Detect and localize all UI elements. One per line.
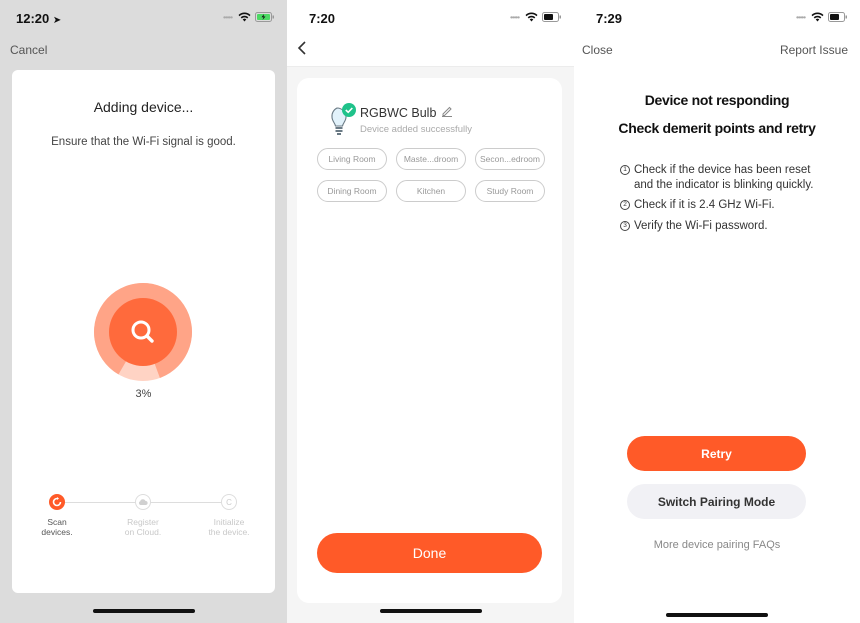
wifi-icon [525, 12, 538, 22]
signal-icon: ••••• [795, 12, 806, 22]
error-subtitle: Check demerit points and retry [618, 120, 816, 136]
home-indicator [666, 613, 768, 617]
wifi-hint: Ensure that the Wi-Fi signal is good. [51, 136, 236, 148]
device-status: Device added successfully [360, 124, 472, 135]
bulb-icon [331, 103, 356, 135]
signal-icon: ••••• [222, 12, 233, 22]
done-button[interactable]: Done [317, 533, 542, 573]
number-circle-icon: 1 [620, 165, 630, 175]
edit-name-button[interactable] [441, 105, 453, 120]
step-register: Register on Cloud. [108, 494, 178, 537]
report-issue-button[interactable]: Report Issue [780, 43, 848, 57]
page-title: Adding device... [93, 99, 194, 115]
battery-icon [542, 12, 562, 22]
cloud-icon [135, 494, 151, 510]
wifi-icon [811, 12, 824, 22]
status-bar: 7:20 ••••• [287, 0, 574, 36]
location-arrow-icon: ➤ [52, 15, 62, 26]
tip-item: 1 Check if the device has been reset and… [620, 163, 820, 192]
room-chip[interactable]: Secon...edroom [475, 148, 545, 170]
progress-percent: 3% [135, 388, 152, 400]
check-badge-icon [342, 103, 356, 117]
adding-device-screen: 12:20 ➤ ••••• Cancel Adding device... En… [0, 0, 287, 623]
status-bar: 12:20 ➤ ••••• [0, 0, 287, 36]
wifi-icon [238, 12, 251, 22]
step-initialize: C Initialize the device. [194, 494, 264, 537]
retry-button[interactable]: Retry [627, 436, 806, 471]
troubleshooting-tips: 1 Check if the device has been reset and… [620, 163, 820, 239]
device-not-responding-screen: 7:29 ••••• Close Report Issue Device not… [574, 0, 860, 623]
chevron-left-icon [297, 41, 306, 55]
progress-ring-center [109, 298, 177, 366]
room-list: Living Room Maste...droom Secon...edroom… [317, 148, 552, 202]
room-chip[interactable]: Maste...droom [396, 148, 466, 170]
signal-icon: ••••• [509, 12, 520, 22]
device-added-screen: 7:20 ••••• RGBWC Bulb Device added succe… [287, 0, 574, 623]
close-button[interactable]: Close [582, 43, 613, 57]
status-time: 12:20 ➤ [16, 11, 62, 26]
home-indicator [379, 609, 482, 613]
pairing-steps: Scan devices. Register on Cloud. C Initial… [12, 494, 275, 544]
c-circle-icon: C [221, 494, 237, 510]
status-time: 7:20 [309, 11, 336, 26]
switch-pairing-mode-button[interactable]: Switch Pairing Mode [627, 484, 806, 519]
battery-icon [828, 12, 848, 22]
refresh-icon [49, 494, 65, 510]
home-indicator [92, 609, 195, 613]
number-circle-icon: 2 [620, 200, 630, 210]
adding-device-card: Adding device... Ensure that the Wi-Fi s… [12, 70, 275, 593]
device-name: RGBWC Bulb [360, 105, 453, 120]
step-scan: Scan devices. [22, 494, 92, 537]
back-button[interactable] [297, 40, 313, 60]
nav-header: 7:20 ••••• [287, 0, 574, 67]
battery-charging-icon [255, 12, 275, 22]
tip-item: 3 Verify the Wi-Fi password. [620, 219, 820, 234]
pairing-faq-link[interactable]: More device pairing FAQs [574, 539, 860, 551]
room-chip[interactable]: Study Room [475, 180, 545, 202]
tip-item: 2 Check if it is 2.4 GHz Wi-Fi. [620, 198, 820, 213]
room-chip[interactable]: Dining Room [317, 180, 387, 202]
pencil-icon [442, 106, 453, 117]
device-card: RGBWC Bulb Device added successfully Liv… [297, 78, 562, 603]
cancel-button[interactable]: Cancel [10, 43, 47, 57]
progress-ring [94, 283, 192, 381]
room-chip[interactable]: Living Room [317, 148, 387, 170]
room-chip[interactable]: Kitchen [396, 180, 466, 202]
number-circle-icon: 3 [620, 220, 630, 231]
error-title: Device not responding [644, 92, 790, 108]
status-bar: 7:29 ••••• [574, 0, 860, 36]
status-time: 7:29 [596, 11, 623, 26]
